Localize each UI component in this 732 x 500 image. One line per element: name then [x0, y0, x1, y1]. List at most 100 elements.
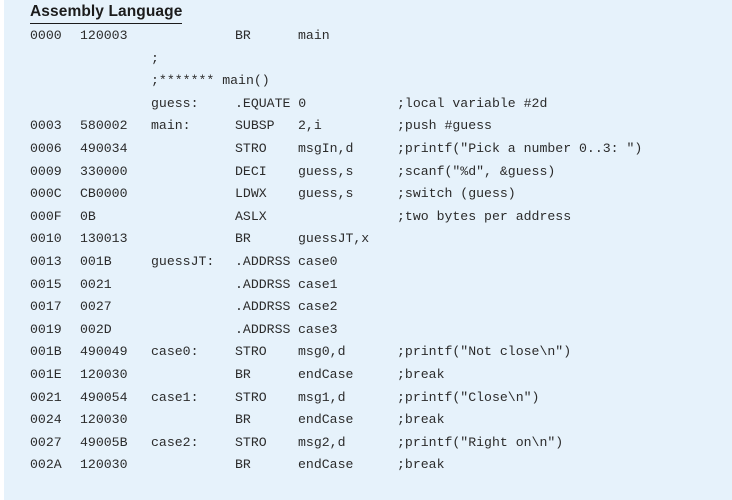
- comment-cell: ;printf("Pick a number 0..3: "): [397, 140, 643, 156]
- operand-cell: msg0,d: [298, 344, 346, 360]
- code-line: 000C CB0000 LDWX guess,s ;switch (guess): [4, 183, 732, 206]
- object-code-cell: 580002: [80, 118, 128, 134]
- object-code-cell: 120030: [80, 457, 128, 473]
- address-cell: 0006: [30, 140, 62, 156]
- symbol-cell: main:: [151, 118, 191, 134]
- object-code-cell: 0021: [80, 276, 112, 292]
- mnemonic-cell: BR: [235, 366, 251, 382]
- mnemonic-cell: SUBSP: [235, 118, 275, 134]
- assembly-listing-panel: Assembly Language 0000 120003 BR main; ;****…: [4, 0, 732, 500]
- operand-cell: case3: [298, 321, 338, 337]
- operand-cell: msgIn,d: [298, 140, 354, 156]
- operand-cell: guessJT,x: [298, 231, 370, 247]
- operand-cell: case1: [298, 276, 338, 292]
- comment-cell: ;break: [397, 412, 445, 428]
- operand-cell: endCase: [298, 457, 354, 473]
- code-line: ;******* main(): [4, 70, 732, 93]
- address-cell: 000C: [30, 186, 62, 202]
- mnemonic-cell: .ADDRSS: [235, 299, 291, 315]
- code-line: 0027 49005B case2: STRO msg2,d ;printf("Right…: [4, 432, 732, 455]
- comment-cell: ;switch (guess): [397, 186, 516, 202]
- comment-cell: ;printf("Not close\n"): [397, 344, 572, 360]
- mnemonic-cell: STRO: [235, 389, 267, 405]
- code-line: 0003 580002 main: SUBSP 2,i ;push #guess: [4, 115, 732, 138]
- address-cell: 000F: [30, 208, 62, 224]
- address-cell: 0027: [30, 434, 62, 450]
- operand-cell: msg1,d: [298, 389, 346, 405]
- comment-cell: ;break: [397, 457, 445, 473]
- code-line: 000F 0B ASLX ;two bytes per address: [4, 206, 732, 229]
- object-code-cell: 120030: [80, 412, 128, 428]
- object-code-cell: 130013: [80, 231, 128, 247]
- address-cell: 002A: [30, 457, 62, 473]
- operand-cell: case2: [298, 299, 338, 315]
- code-line: 0021 490054 case1: STRO msg1,d ;printf("Close…: [4, 387, 732, 410]
- operand-cell: endCase: [298, 366, 354, 382]
- comment-cell: ;break: [397, 366, 445, 382]
- symbol-cell: ;: [151, 50, 159, 66]
- address-cell: 0013: [30, 253, 62, 269]
- address-cell: 0003: [30, 118, 62, 134]
- address-cell: 0010: [30, 231, 62, 247]
- code-line: 0019 002D .ADDRSS case3: [4, 319, 732, 342]
- code-line: 002A 120030 BR endCase ;break: [4, 454, 732, 477]
- address-cell: 0017: [30, 299, 62, 315]
- address-cell: 0021: [30, 389, 62, 405]
- code-line: 0009 330000 DECI guess,s ;scanf("%d", &guess…: [4, 161, 732, 184]
- mnemonic-cell: .ADDRSS: [235, 321, 291, 337]
- address-cell: 0000: [30, 28, 62, 43]
- mnemonic-cell: .EQUATE 0: [235, 95, 307, 111]
- code-line: 0006 490034 STRO msgIn,d ;printf("Pick a num…: [4, 138, 732, 161]
- comment-cell: ;push #guess: [397, 118, 492, 134]
- page-title: Assembly Language: [30, 3, 183, 24]
- code-line: 0017 0027 .ADDRSS case2: [4, 296, 732, 319]
- object-code-cell: CB0000: [80, 186, 128, 202]
- address-cell: 001E: [30, 366, 62, 382]
- code-line: 0000 120003 BR main: [4, 25, 732, 48]
- address-cell: 0015: [30, 276, 62, 292]
- code-line: 0024 120030 BR endCase ;break: [4, 409, 732, 432]
- mnemonic-cell: BR: [235, 457, 251, 473]
- code-line: 001B 490049 case0: STRO msg0,d ;printf("Not c…: [4, 341, 732, 364]
- mnemonic-cell: STRO: [235, 434, 267, 450]
- address-cell: 0009: [30, 163, 62, 179]
- operand-cell: msg2,d: [298, 434, 346, 450]
- mnemonic-cell: BR: [235, 28, 251, 43]
- operand-cell: endCase: [298, 412, 354, 428]
- operand-cell: guess,s: [298, 163, 354, 179]
- mnemonic-cell: ASLX: [235, 208, 267, 224]
- comment-cell: ;local variable #2d: [397, 95, 548, 111]
- object-code-cell: 0027: [80, 299, 112, 315]
- mnemonic-cell: BR: [235, 231, 251, 247]
- mnemonic-cell: .ADDRSS: [235, 276, 291, 292]
- mnemonic-cell: DECI: [235, 163, 267, 179]
- assembly-code-listing: 0000 120003 BR main; ;******* main() guess: .E…: [4, 25, 732, 477]
- object-code-cell: 001B: [80, 253, 112, 269]
- operand-cell: case0: [298, 253, 338, 269]
- code-line: 0015 0021 .ADDRSS case1: [4, 274, 732, 297]
- symbol-cell: case1:: [151, 389, 199, 405]
- mnemonic-cell: .ADDRSS: [235, 253, 291, 269]
- mnemonic-cell: BR: [235, 412, 251, 428]
- object-code-cell: 490049: [80, 344, 128, 360]
- address-cell: 0024: [30, 412, 62, 428]
- object-code-cell: 0B: [80, 208, 96, 224]
- listing-title-wrap: Assembly Language: [30, 3, 183, 24]
- object-code-cell: 490054: [80, 389, 128, 405]
- object-code-cell: 490034: [80, 140, 128, 156]
- object-code-cell: 120030: [80, 366, 128, 382]
- symbol-cell: case0:: [151, 344, 199, 360]
- address-cell: 001B: [30, 344, 62, 360]
- comment-cell: ;scanf("%d", &guess): [397, 163, 556, 179]
- symbol-cell: guessJT:: [151, 253, 215, 269]
- symbol-cell: guess:: [151, 95, 199, 111]
- mnemonic-cell: STRO: [235, 140, 267, 156]
- object-code-cell: 120003: [80, 28, 128, 43]
- object-code-cell: 49005B: [80, 434, 128, 450]
- mnemonic-cell: LDWX: [235, 186, 267, 202]
- symbol-cell: case2:: [151, 434, 199, 450]
- comment-cell: ;two bytes per address: [397, 208, 572, 224]
- operand-cell: 2,i: [298, 118, 322, 134]
- object-code-cell: 002D: [80, 321, 112, 337]
- symbol-cell: ;******* main(): [151, 73, 270, 89]
